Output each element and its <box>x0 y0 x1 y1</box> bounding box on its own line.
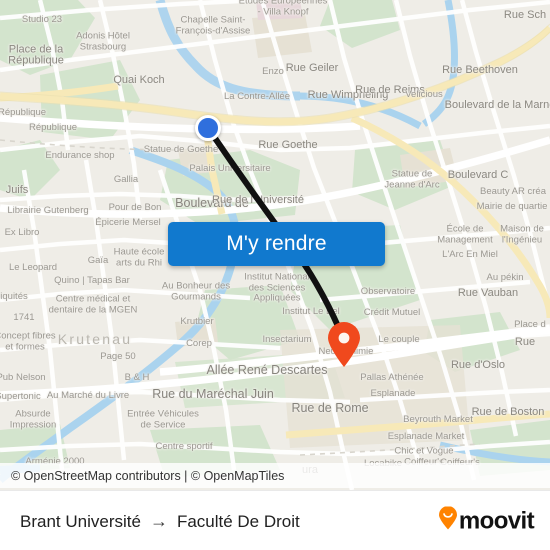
trip-origin: Brant Université <box>20 511 141 531</box>
attribution-text: © OpenStreetMap contributors | © OpenMap… <box>11 468 285 483</box>
map-attribution: © OpenStreetMap contributors | © OpenMap… <box>0 463 550 488</box>
moovit-wordmark: moovit <box>458 507 535 534</box>
moovit-pin-icon <box>438 506 458 536</box>
footer-bar: Brant Université → Faculté De Droit moov… <box>0 490 550 550</box>
moovit-logo: moovit <box>438 506 535 536</box>
moovit-trip-screen: Studio 23 Chapelle Saint- François-d'Assi… <box>0 0 550 550</box>
trip-destination: Faculté De Droit <box>176 511 300 531</box>
map-canvas[interactable]: Studio 23 Chapelle Saint- François-d'Assi… <box>0 0 550 490</box>
destination-marker[interactable] <box>326 322 362 368</box>
arrow-icon: → <box>149 510 168 531</box>
trip-summary: Brant Université → Faculté De Droit <box>0 511 300 532</box>
origin-marker[interactable] <box>195 115 221 141</box>
go-there-button[interactable]: M'y rendre <box>168 222 385 266</box>
